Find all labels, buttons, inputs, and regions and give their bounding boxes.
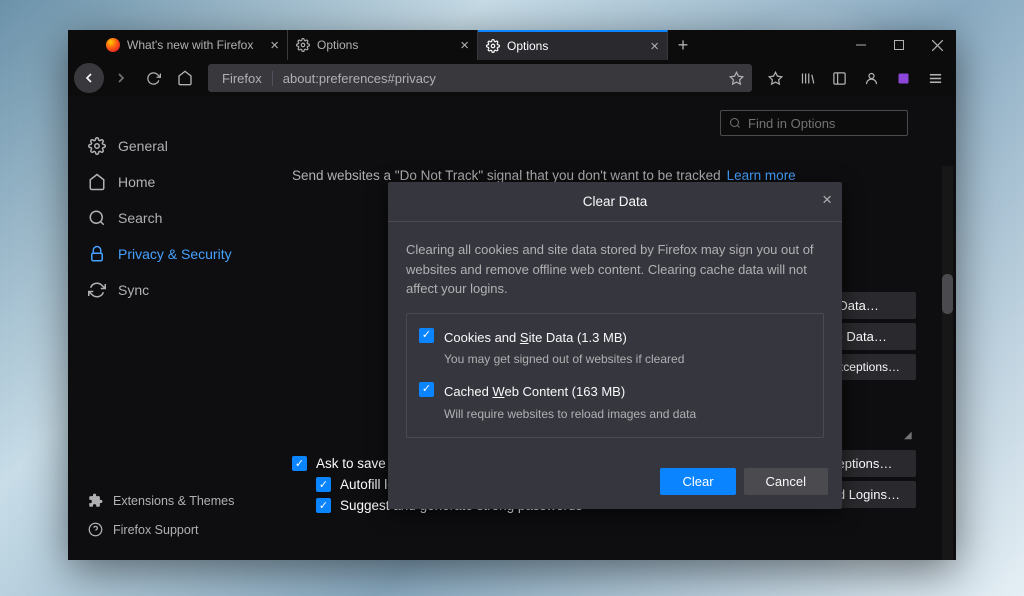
pocket-icon[interactable]	[760, 63, 790, 93]
extension-icon[interactable]	[888, 63, 918, 93]
sidebar-item-label: Privacy & Security	[118, 246, 232, 262]
dialog-body: Clearing all cookies and site data store…	[388, 222, 842, 454]
browser-window: What's new with Firefox × Options × Opti…	[68, 30, 956, 560]
close-icon[interactable]: ×	[270, 37, 279, 54]
dialog-title: Clear Data	[583, 194, 648, 209]
tab-label: Options	[317, 38, 358, 52]
identity-label: Firefox	[222, 71, 262, 86]
sidebar-item-home[interactable]: Home	[68, 164, 274, 200]
dialog-footer: Clear Cancel	[388, 454, 842, 509]
option-subtitle: You may get signed out of websites if cl…	[444, 350, 684, 368]
sidebar-item-sync[interactable]: Sync	[68, 272, 274, 308]
nav-toolbar: Firefox about:preferences#privacy	[68, 60, 956, 96]
option-title: Cookies and Site Data (1.3 MB)	[444, 328, 684, 348]
option-title: Cached Web Content (163 MB)	[444, 382, 696, 402]
identity-box[interactable]: Firefox	[216, 71, 273, 86]
close-icon[interactable]: ×	[650, 38, 659, 55]
modal-overlay: Clear Data × Clearing all cookies and si…	[274, 96, 956, 560]
cookies-option: ✓ Cookies and Site Data (1.3 MB) You may…	[419, 328, 811, 369]
tab-options-2[interactable]: Options ×	[478, 30, 668, 60]
close-icon[interactable]: ×	[460, 37, 469, 54]
firefox-icon	[106, 38, 120, 52]
sidebar-item-label: General	[118, 138, 168, 154]
minimize-button[interactable]	[842, 30, 880, 60]
support-label: Firefox Support	[113, 523, 198, 537]
gear-icon	[486, 39, 500, 53]
bookmark-star-icon[interactable]	[729, 71, 744, 86]
sidebar-item-label: Sync	[118, 282, 149, 298]
url-bar[interactable]: Firefox about:preferences#privacy	[208, 64, 752, 92]
sidebar-item-label: Home	[118, 174, 155, 190]
library-icon[interactable]	[792, 63, 822, 93]
sidebar-item-privacy[interactable]: Privacy & Security	[68, 236, 274, 272]
sidebar-item-search[interactable]: Search	[68, 200, 274, 236]
close-window-button[interactable]	[918, 30, 956, 60]
option-subtitle: Will require websites to reload images a…	[444, 405, 696, 423]
cancel-button[interactable]: Cancel	[744, 468, 828, 495]
content-area: General Home Search Privacy & Security S…	[68, 96, 956, 560]
search-icon	[88, 209, 106, 227]
puzzle-icon	[88, 493, 103, 508]
tab-label: Options	[507, 39, 548, 53]
dialog-options: ✓ Cookies and Site Data (1.3 MB) You may…	[406, 313, 824, 438]
sync-icon	[88, 281, 106, 299]
sidebar-item-label: Search	[118, 210, 162, 226]
maximize-button[interactable]	[880, 30, 918, 60]
scrollbar-thumb[interactable]	[942, 274, 953, 314]
gear-icon	[88, 137, 106, 155]
clear-button[interactable]: Clear	[660, 468, 735, 495]
extensions-themes-link[interactable]: Extensions & Themes	[68, 486, 274, 515]
tab-strip: What's new with Firefox × Options × Opti…	[68, 30, 842, 60]
checkbox-checked[interactable]: ✓	[419, 328, 434, 343]
home-button[interactable]	[170, 63, 200, 93]
scrollbar[interactable]	[942, 166, 953, 560]
forward-button[interactable]	[106, 63, 136, 93]
account-icon[interactable]	[856, 63, 886, 93]
clear-data-dialog: Clear Data × Clearing all cookies and si…	[388, 182, 842, 509]
close-icon[interactable]: ×	[822, 190, 832, 210]
new-tab-button[interactable]: +	[668, 30, 698, 60]
main-panel: Find in Options Send websites a "Do Not …	[274, 96, 956, 560]
back-button[interactable]	[74, 63, 104, 93]
menu-icon[interactable]	[920, 63, 950, 93]
sidebar-item-general[interactable]: General	[68, 128, 274, 164]
url-text: about:preferences#privacy	[283, 71, 436, 86]
firefox-support-link[interactable]: Firefox Support	[68, 515, 274, 544]
tab-label: What's new with Firefox	[127, 38, 253, 52]
help-icon	[88, 522, 103, 537]
support-label: Extensions & Themes	[113, 494, 234, 508]
gear-icon	[296, 38, 310, 52]
tab-options-1[interactable]: Options ×	[288, 30, 478, 60]
tab-whats-new[interactable]: What's new with Firefox ×	[98, 30, 288, 60]
lock-icon	[88, 245, 106, 263]
reload-button[interactable]	[138, 63, 168, 93]
titlebar: What's new with Firefox × Options × Opti…	[68, 30, 956, 60]
settings-sidebar: General Home Search Privacy & Security S…	[68, 96, 274, 560]
sidebar-icon[interactable]	[824, 63, 854, 93]
cache-option: ✓ Cached Web Content (163 MB) Will requi…	[419, 382, 811, 423]
dialog-description: Clearing all cookies and site data store…	[406, 240, 824, 299]
dialog-header: Clear Data ×	[388, 182, 842, 222]
home-icon	[88, 173, 106, 191]
checkbox-checked[interactable]: ✓	[419, 382, 434, 397]
window-controls	[842, 30, 956, 60]
